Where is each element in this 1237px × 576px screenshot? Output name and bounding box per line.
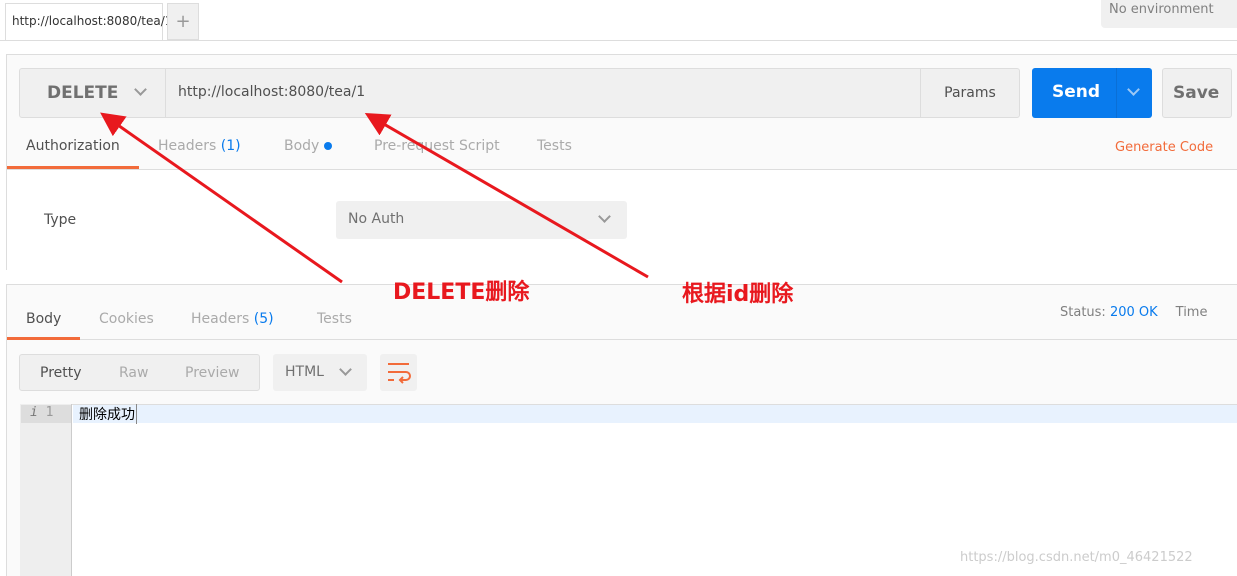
arrow-to-method	[100, 112, 343, 284]
annotation-url: 根据id删除	[682, 282, 794, 307]
watermark: https://blog.csdn.net/m0_46421522	[960, 550, 1193, 565]
annotation-method: DELETE删除	[393, 280, 530, 305]
annotation-arrows	[100, 112, 649, 284]
arrow-to-url	[364, 112, 649, 279]
